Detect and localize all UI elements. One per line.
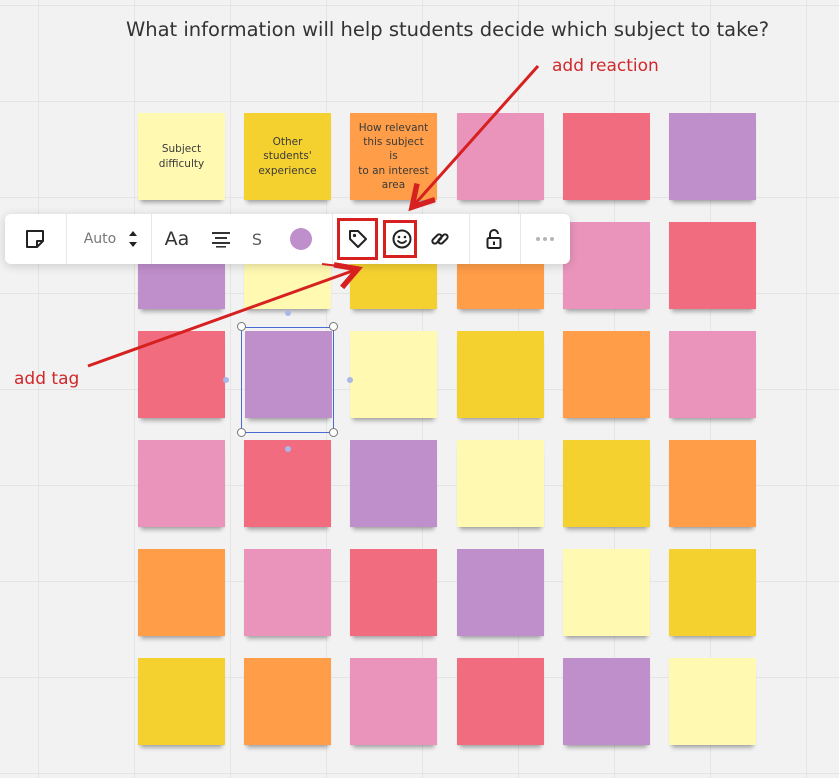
add-reaction-label: add reaction [552,56,659,76]
tag-arrow-tail [321,263,356,269]
annotation-arrows [87,65,540,368]
tag-arrow [87,262,363,368]
reaction-arrow [408,65,540,212]
add-tag-label: add tag [14,369,80,389]
